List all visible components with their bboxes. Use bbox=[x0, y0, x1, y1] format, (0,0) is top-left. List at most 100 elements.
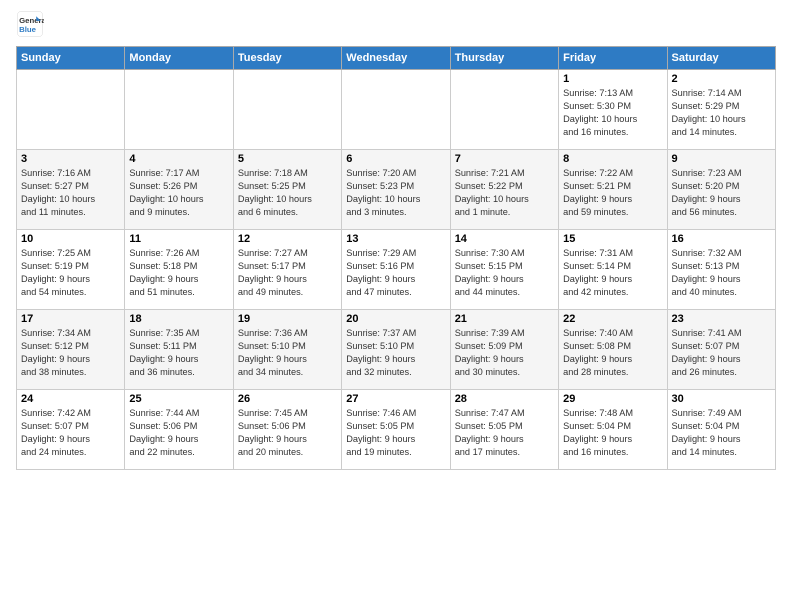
day-number: 21 bbox=[455, 313, 554, 325]
col-header-monday: Monday bbox=[125, 47, 233, 70]
day-info: Sunrise: 7:35 AM Sunset: 5:11 PM Dayligh… bbox=[129, 327, 228, 379]
calendar-cell: 28Sunrise: 7:47 AM Sunset: 5:05 PM Dayli… bbox=[450, 390, 558, 470]
day-info: Sunrise: 7:36 AM Sunset: 5:10 PM Dayligh… bbox=[238, 327, 337, 379]
logo-icon: General Blue bbox=[16, 10, 44, 38]
day-number: 19 bbox=[238, 313, 337, 325]
calendar-cell bbox=[342, 70, 450, 150]
day-number: 15 bbox=[563, 233, 662, 245]
day-info: Sunrise: 7:18 AM Sunset: 5:25 PM Dayligh… bbox=[238, 167, 337, 219]
calendar-cell: 2Sunrise: 7:14 AM Sunset: 5:29 PM Daylig… bbox=[667, 70, 775, 150]
calendar-cell: 18 Sunrise: 7:35 AM Sunset: 5:11 PM Dayli… bbox=[125, 310, 233, 390]
calendar-cell: 8 Sunrise: 7:22 AM Sunset: 5:21 PM Daylig… bbox=[559, 150, 667, 230]
day-info: Sunrise: 7:49 AM Sunset: 5:04 PM Dayligh… bbox=[672, 407, 771, 459]
col-header-sunday: Sunday bbox=[17, 47, 125, 70]
calendar-cell bbox=[17, 70, 125, 150]
calendar-cell: 5 Sunrise: 7:18 AM Sunset: 5:25 PM Daylig… bbox=[233, 150, 341, 230]
day-number: 24 bbox=[21, 393, 120, 405]
day-number: 29 bbox=[563, 393, 662, 405]
day-info: Sunrise: 7:48 AM Sunset: 5:04 PM Dayligh… bbox=[563, 407, 662, 459]
day-info: Sunrise: 7:26 AM Sunset: 5:18 PM Dayligh… bbox=[129, 247, 228, 299]
day-info: Sunrise: 7:17 AM Sunset: 5:26 PM Dayligh… bbox=[129, 167, 228, 219]
day-info: Sunrise: 7:40 AM Sunset: 5:08 PM Dayligh… bbox=[563, 327, 662, 379]
col-header-tuesday: Tuesday bbox=[233, 47, 341, 70]
day-number: 30 bbox=[672, 393, 771, 405]
day-number: 6 bbox=[346, 153, 445, 165]
day-number: 14 bbox=[455, 233, 554, 245]
day-info: Sunrise: 7:13 AM Sunset: 5:30 PM Dayligh… bbox=[563, 87, 662, 139]
day-info: Sunrise: 7:27 AM Sunset: 5:17 PM Dayligh… bbox=[238, 247, 337, 299]
day-info: Sunrise: 7:45 AM Sunset: 5:06 PM Dayligh… bbox=[238, 407, 337, 459]
day-number: 9 bbox=[672, 153, 771, 165]
calendar-cell: 23Sunrise: 7:41 AM Sunset: 5:07 PM Dayli… bbox=[667, 310, 775, 390]
day-info: Sunrise: 7:32 AM Sunset: 5:13 PM Dayligh… bbox=[672, 247, 771, 299]
day-info: Sunrise: 7:37 AM Sunset: 5:10 PM Dayligh… bbox=[346, 327, 445, 379]
day-info: Sunrise: 7:16 AM Sunset: 5:27 PM Dayligh… bbox=[21, 167, 120, 219]
calendar-cell: 3 Sunrise: 7:16 AM Sunset: 5:27 PM Daylig… bbox=[17, 150, 125, 230]
day-number: 18 bbox=[129, 313, 228, 325]
calendar-cell: 15Sunrise: 7:31 AM Sunset: 5:14 PM Dayli… bbox=[559, 230, 667, 310]
day-info: Sunrise: 7:30 AM Sunset: 5:15 PM Dayligh… bbox=[455, 247, 554, 299]
calendar-cell: 10 Sunrise: 7:25 AM Sunset: 5:19 PM Dayli… bbox=[17, 230, 125, 310]
day-info: Sunrise: 7:29 AM Sunset: 5:16 PM Dayligh… bbox=[346, 247, 445, 299]
calendar-cell: 25Sunrise: 7:44 AM Sunset: 5:06 PM Dayli… bbox=[125, 390, 233, 470]
col-header-friday: Friday bbox=[559, 47, 667, 70]
day-info: Sunrise: 7:44 AM Sunset: 5:06 PM Dayligh… bbox=[129, 407, 228, 459]
day-number: 8 bbox=[563, 153, 662, 165]
day-number: 13 bbox=[346, 233, 445, 245]
day-number: 28 bbox=[455, 393, 554, 405]
calendar-cell: 13 Sunrise: 7:29 AM Sunset: 5:16 PM Dayli… bbox=[342, 230, 450, 310]
calendar-week-2: 3 Sunrise: 7:16 AM Sunset: 5:27 PM Daylig… bbox=[17, 150, 776, 230]
day-info: Sunrise: 7:22 AM Sunset: 5:21 PM Dayligh… bbox=[563, 167, 662, 219]
calendar-cell: 4 Sunrise: 7:17 AM Sunset: 5:26 PM Daylig… bbox=[125, 150, 233, 230]
calendar-cell: 11 Sunrise: 7:26 AM Sunset: 5:18 PM Dayli… bbox=[125, 230, 233, 310]
calendar-cell: 27Sunrise: 7:46 AM Sunset: 5:05 PM Dayli… bbox=[342, 390, 450, 470]
calendar-cell: 22Sunrise: 7:40 AM Sunset: 5:08 PM Dayli… bbox=[559, 310, 667, 390]
calendar-cell: 26 Sunrise: 7:45 AM Sunset: 5:06 PM Dayli… bbox=[233, 390, 341, 470]
calendar-week-5: 24Sunrise: 7:42 AM Sunset: 5:07 PM Dayli… bbox=[17, 390, 776, 470]
calendar-cell: 30 Sunrise: 7:49 AM Sunset: 5:04 PM Dayli… bbox=[667, 390, 775, 470]
calendar-cell: 19 Sunrise: 7:36 AM Sunset: 5:10 PM Dayli… bbox=[233, 310, 341, 390]
day-info: Sunrise: 7:20 AM Sunset: 5:23 PM Dayligh… bbox=[346, 167, 445, 219]
day-info: Sunrise: 7:25 AM Sunset: 5:19 PM Dayligh… bbox=[21, 247, 120, 299]
calendar-cell: 16 Sunrise: 7:32 AM Sunset: 5:13 PM Dayli… bbox=[667, 230, 775, 310]
day-number: 2 bbox=[672, 73, 771, 85]
day-info: Sunrise: 7:21 AM Sunset: 5:22 PM Dayligh… bbox=[455, 167, 554, 219]
day-number: 11 bbox=[129, 233, 228, 245]
day-number: 10 bbox=[21, 233, 120, 245]
day-number: 26 bbox=[238, 393, 337, 405]
col-header-saturday: Saturday bbox=[667, 47, 775, 70]
day-info: Sunrise: 7:41 AM Sunset: 5:07 PM Dayligh… bbox=[672, 327, 771, 379]
svg-text:Blue: Blue bbox=[19, 25, 37, 34]
calendar-table: SundayMondayTuesdayWednesdayThursdayFrid… bbox=[16, 46, 776, 470]
day-number: 4 bbox=[129, 153, 228, 165]
calendar-cell: 14 Sunrise: 7:30 AM Sunset: 5:15 PM Dayli… bbox=[450, 230, 558, 310]
day-number: 17 bbox=[21, 313, 120, 325]
calendar-cell: 1 Sunrise: 7:13 AM Sunset: 5:30 PM Daylig… bbox=[559, 70, 667, 150]
calendar-cell: 17 Sunrise: 7:34 AM Sunset: 5:12 PM Dayli… bbox=[17, 310, 125, 390]
calendar-cell bbox=[125, 70, 233, 150]
day-number: 16 bbox=[672, 233, 771, 245]
day-info: Sunrise: 7:23 AM Sunset: 5:20 PM Dayligh… bbox=[672, 167, 771, 219]
calendar-cell: 24Sunrise: 7:42 AM Sunset: 5:07 PM Dayli… bbox=[17, 390, 125, 470]
calendar-cell bbox=[450, 70, 558, 150]
day-number: 1 bbox=[563, 73, 662, 85]
calendar-cell: 7 Sunrise: 7:21 AM Sunset: 5:22 PM Daylig… bbox=[450, 150, 558, 230]
calendar-header-row: SundayMondayTuesdayWednesdayThursdayFrid… bbox=[17, 47, 776, 70]
calendar-cell: 9 Sunrise: 7:23 AM Sunset: 5:20 PM Daylig… bbox=[667, 150, 775, 230]
logo: General Blue bbox=[16, 10, 48, 38]
calendar-cell: 29 Sunrise: 7:48 AM Sunset: 5:04 PM Dayli… bbox=[559, 390, 667, 470]
day-info: Sunrise: 7:39 AM Sunset: 5:09 PM Dayligh… bbox=[455, 327, 554, 379]
page: General Blue SundayMondayTuesdayWednesda… bbox=[0, 0, 792, 480]
col-header-thursday: Thursday bbox=[450, 47, 558, 70]
col-header-wednesday: Wednesday bbox=[342, 47, 450, 70]
day-info: Sunrise: 7:46 AM Sunset: 5:05 PM Dayligh… bbox=[346, 407, 445, 459]
calendar-week-1: 1 Sunrise: 7:13 AM Sunset: 5:30 PM Daylig… bbox=[17, 70, 776, 150]
calendar-cell: 21 Sunrise: 7:39 AM Sunset: 5:09 PM Dayli… bbox=[450, 310, 558, 390]
day-number: 7 bbox=[455, 153, 554, 165]
day-info: Sunrise: 7:34 AM Sunset: 5:12 PM Dayligh… bbox=[21, 327, 120, 379]
day-number: 3 bbox=[21, 153, 120, 165]
calendar-cell: 12 Sunrise: 7:27 AM Sunset: 5:17 PM Dayli… bbox=[233, 230, 341, 310]
calendar-cell bbox=[233, 70, 341, 150]
day-number: 12 bbox=[238, 233, 337, 245]
day-number: 5 bbox=[238, 153, 337, 165]
